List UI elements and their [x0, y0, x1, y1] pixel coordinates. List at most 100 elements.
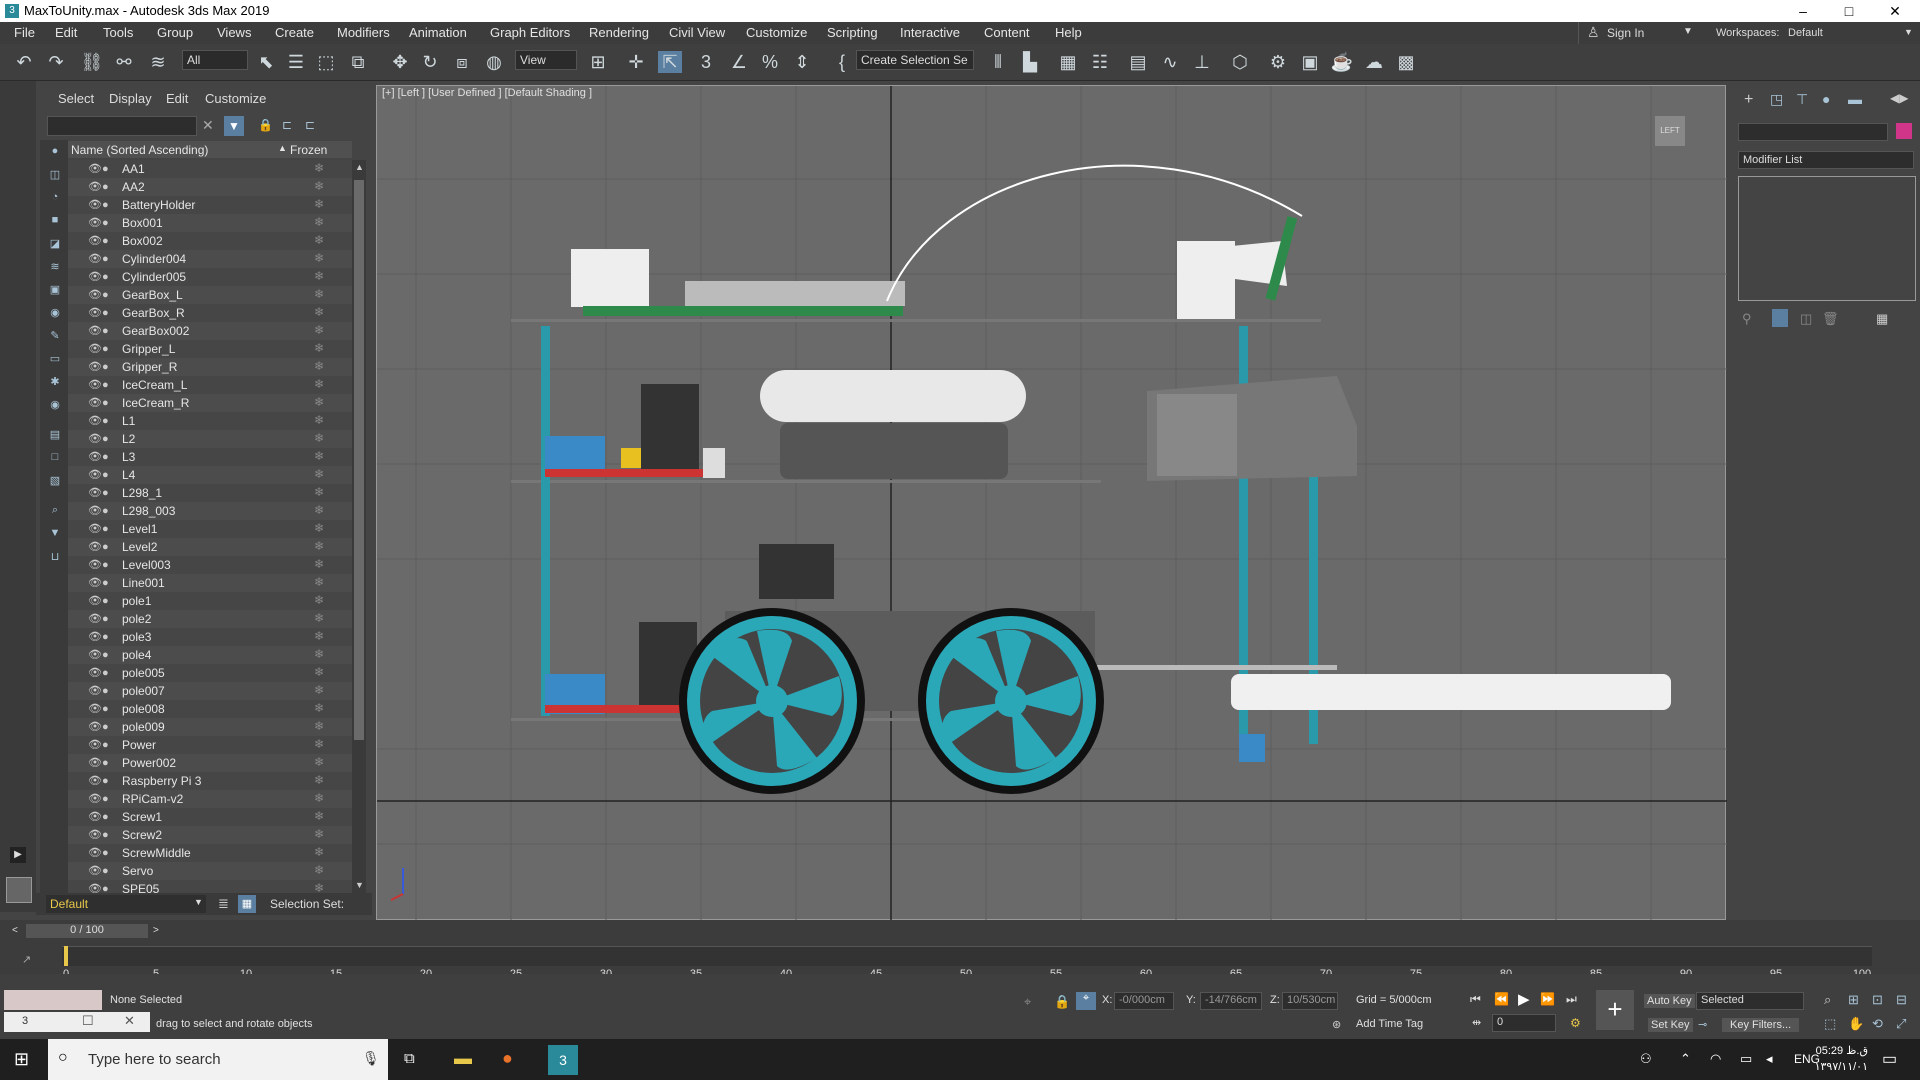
zoom-all-icon[interactable]: ⊞ [1848, 992, 1859, 1008]
hierarchy-tab-icon[interactable]: ⊤ [1796, 91, 1808, 108]
visibility-eye-icon[interactable]: 👁● [88, 630, 109, 643]
layer-explorer-icon[interactable]: ☷ [1088, 51, 1112, 73]
mirror-icon[interactable]: ⫴ [986, 51, 1010, 73]
list-item[interactable]: 👁● AA2 ❄ [68, 178, 352, 196]
freeze-toggle-icon[interactable]: ❄ [314, 845, 324, 859]
3ds-max-taskbar-icon[interactable]: 3 [548, 1045, 578, 1075]
freeze-toggle-icon[interactable]: ❄ [314, 881, 324, 893]
list-item[interactable]: 👁● Screw2 ❄ [68, 826, 352, 844]
menu-file[interactable]: File [14, 25, 35, 40]
freeze-toggle-icon[interactable]: ❄ [314, 215, 324, 229]
freeze-toggle-icon[interactable]: ❄ [314, 791, 324, 805]
visibility-eye-icon[interactable]: 👁● [88, 468, 109, 481]
menu-edit[interactable]: Edit [55, 25, 77, 40]
funnel-icon[interactable]: ▼ [47, 527, 63, 541]
snaps-toggle-icon[interactable]: 3 [694, 51, 718, 73]
freeze-toggle-icon[interactable]: ❄ [314, 395, 324, 409]
list-item[interactable]: 👁● pole1 ❄ [68, 592, 352, 610]
freeze-toggle-icon[interactable]: ❄ [314, 287, 324, 301]
freeze-toggle-icon[interactable]: ❄ [314, 305, 324, 319]
time-config-icon[interactable]: ⚙ [1570, 1016, 1581, 1030]
list-item[interactable]: 👁● L298_1 ❄ [68, 484, 352, 502]
zoom-extents-all-icon[interactable]: ⊟ [1896, 992, 1907, 1008]
workspaces-selector[interactable]: Workspaces: Default ▼ [1710, 22, 1920, 44]
visibility-eye-icon[interactable]: 👁● [88, 270, 109, 283]
list-item[interactable]: 👁● Cylinder004 ❄ [68, 250, 352, 268]
rendered-frame-icon[interactable]: ▣ [1298, 51, 1322, 73]
windows-start-icon[interactable]: ⊞ [14, 1049, 29, 1070]
display-tab-icon[interactable]: ▬ [1848, 91, 1862, 107]
bind-spacewarp-icon[interactable]: ≋ [146, 51, 170, 73]
play-icon[interactable]: ▶ [1518, 990, 1530, 1008]
list-item[interactable]: 👁● pole3 ❄ [68, 628, 352, 646]
visibility-eye-icon[interactable]: 👁● [88, 828, 109, 841]
list-item[interactable]: 👁● Power002 ❄ [68, 754, 352, 772]
menu-group[interactable]: Group [157, 25, 193, 40]
clock-time[interactable]: 05:29 ق.ظ [1810, 1044, 1868, 1057]
selection-set-icon[interactable]: ▦ [238, 895, 256, 913]
collapse-icon[interactable]: ⊏ [305, 118, 315, 132]
prev-frame-icon[interactable]: < [12, 925, 18, 936]
layers-icon[interactable]: ≣ [218, 896, 229, 912]
list-item[interactable]: 👁● IceCream_L ❄ [68, 376, 352, 394]
create-selection-set-dropdown[interactable]: Create Selection Se [856, 50, 974, 70]
placement-icon[interactable]: ◍ [482, 51, 506, 73]
track-bar[interactable] [62, 946, 1872, 966]
visibility-eye-icon[interactable]: 👁● [88, 540, 109, 553]
key-filters-button[interactable]: Key Filters... [1722, 1018, 1800, 1032]
menu-animation[interactable]: Animation [409, 25, 467, 40]
visibility-eye-icon[interactable]: 👁● [88, 306, 109, 319]
spinner-snap-icon[interactable]: ⇕ [790, 51, 814, 73]
column-name-header[interactable]: Name (Sorted Ascending) [71, 143, 208, 157]
modifier-stack[interactable] [1738, 176, 1916, 301]
curve-editor-toggle-icon[interactable]: ↗ [22, 953, 31, 966]
next-key-icon[interactable]: ⏩ [1540, 992, 1555, 1006]
menu-rendering[interactable]: Rendering [589, 25, 649, 40]
a360-gallery-icon[interactable]: ▩ [1394, 51, 1418, 73]
visibility-eye-icon[interactable]: 👁● [88, 882, 109, 893]
hierarchy-icon[interactable]: ⊏ [282, 118, 292, 132]
list-item[interactable]: 👁● Screw1 ❄ [68, 808, 352, 826]
visibility-eye-icon[interactable]: 👁● [88, 594, 109, 607]
visibility-eye-icon[interactable]: 👁● [88, 162, 109, 175]
freeze-toggle-icon[interactable]: ❄ [314, 485, 324, 499]
selection-filter-dropdown[interactable]: All [182, 50, 248, 70]
wifi-icon[interactable]: ◠ [1710, 1051, 1721, 1067]
motion-tab-icon[interactable]: ● [1822, 91, 1830, 107]
rect-selection-icon[interactable]: ⬚ [314, 51, 338, 73]
microphone-icon[interactable]: 🎙 [362, 1050, 380, 1067]
list-item[interactable]: 👁● L2 ❄ [68, 430, 352, 448]
pan-icon[interactable]: ✋ [1848, 1016, 1864, 1032]
freeze-toggle-icon[interactable]: ❄ [314, 827, 324, 841]
display-all-icon[interactable]: ▤ [47, 428, 63, 442]
lights-filter-icon[interactable]: ◔ [47, 191, 63, 205]
rotate-icon[interactable]: ↻ [418, 51, 442, 73]
explorer-search-input[interactable] [47, 116, 197, 136]
freeze-toggle-icon[interactable]: ❄ [314, 683, 324, 697]
menu-interactive[interactable]: Interactive [900, 25, 960, 40]
spacewarps-filter-icon[interactable]: ≋ [47, 260, 63, 274]
key-mode-icon[interactable]: ⇹ [1472, 1016, 1481, 1029]
close-icon[interactable]: ✕ [124, 1013, 135, 1029]
scroll-up-icon[interactable]: ▲ [355, 162, 364, 172]
list-item[interactable]: 👁● Level2 ❄ [68, 538, 352, 556]
close-button[interactable]: ✕ [1872, 0, 1918, 22]
menu-tools[interactable]: Tools [103, 25, 133, 40]
display-none-icon[interactable]: □ [47, 451, 63, 465]
select-object-icon[interactable]: ⬉ [254, 51, 278, 73]
freeze-toggle-icon[interactable]: ❄ [314, 755, 324, 769]
y-coordinate-field[interactable]: -14/766cm [1200, 992, 1262, 1010]
freeze-toggle-icon[interactable]: ❄ [314, 503, 324, 517]
z-coordinate-field[interactable]: 10/530cm [1282, 992, 1338, 1010]
visibility-eye-icon[interactable]: 👁● [88, 522, 109, 535]
visibility-eye-icon[interactable]: 👁● [88, 216, 109, 229]
freeze-toggle-icon[interactable]: ❄ [314, 161, 324, 175]
freeze-toggle-icon[interactable]: ❄ [314, 467, 324, 481]
show-end-result-icon[interactable] [1772, 309, 1788, 327]
selection-lock-icon[interactable]: 🔒 [1054, 994, 1070, 1010]
scroll-down-icon[interactable]: ▼ [355, 880, 364, 890]
visibility-eye-icon[interactable]: 👁● [88, 738, 109, 751]
undo-icon[interactable]: ↶ [12, 51, 36, 73]
visibility-filter-icon[interactable]: ◉ [47, 398, 63, 412]
notifications-icon[interactable]: ▭ [1882, 1049, 1897, 1069]
